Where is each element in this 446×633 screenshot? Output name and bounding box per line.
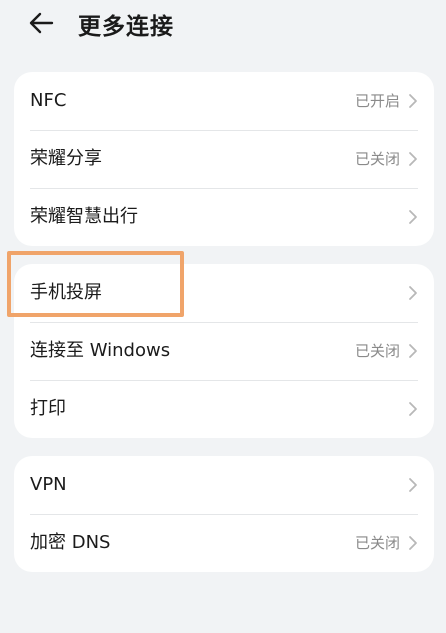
nfc-label: NFC	[30, 90, 67, 111]
encrypted-dns-item[interactable]: 加密 DNS 已关闭	[14, 514, 434, 572]
chevron-right-icon	[408, 209, 418, 225]
settings-group-3: VPN 加密 DNS 已关闭	[14, 456, 434, 572]
back-button[interactable]	[26, 9, 58, 37]
chevron-right-icon	[408, 401, 418, 417]
print-label: 打印	[30, 398, 66, 419]
honor-share-label: 荣耀分享	[30, 148, 102, 169]
page-title: 更多连接	[78, 14, 174, 40]
chevron-right-icon	[408, 151, 418, 167]
settings-group-1: NFC 已开启 荣耀分享 已关闭 荣耀智慧出行	[14, 72, 434, 246]
connect-windows-status: 已关闭	[354, 342, 400, 360]
vpn-item[interactable]: VPN	[14, 456, 434, 514]
honor-smart-travel-label: 荣耀智慧出行	[30, 206, 138, 227]
connect-windows-label: 连接至 Windows	[30, 340, 171, 361]
honor-share-item[interactable]: 荣耀分享 已关闭	[14, 130, 434, 188]
honor-share-status: 已关闭	[354, 150, 400, 168]
screen-cast-label: 手机投屏	[30, 282, 102, 303]
nfc-item[interactable]: NFC 已开启	[14, 72, 434, 130]
encrypted-dns-status: 已关闭	[354, 534, 400, 552]
chevron-right-icon	[408, 477, 418, 493]
arrow-left-icon	[29, 12, 54, 34]
header-bar: 更多连接	[0, 0, 446, 48]
chevron-right-icon	[408, 535, 418, 551]
chevron-right-icon	[408, 285, 418, 301]
settings-group-2: 手机投屏 连接至 Windows 已关闭 打印	[14, 264, 434, 438]
chevron-right-icon	[408, 343, 418, 359]
screen-cast-item[interactable]: 手机投屏	[14, 264, 434, 322]
vpn-label: VPN	[30, 474, 67, 495]
print-item[interactable]: 打印	[14, 380, 434, 438]
connect-windows-item[interactable]: 连接至 Windows 已关闭	[14, 322, 434, 380]
nfc-status: 已开启	[354, 92, 400, 110]
encrypted-dns-label: 加密 DNS	[30, 532, 111, 553]
honor-smart-travel-item[interactable]: 荣耀智慧出行	[14, 188, 434, 246]
chevron-right-icon	[408, 93, 418, 109]
